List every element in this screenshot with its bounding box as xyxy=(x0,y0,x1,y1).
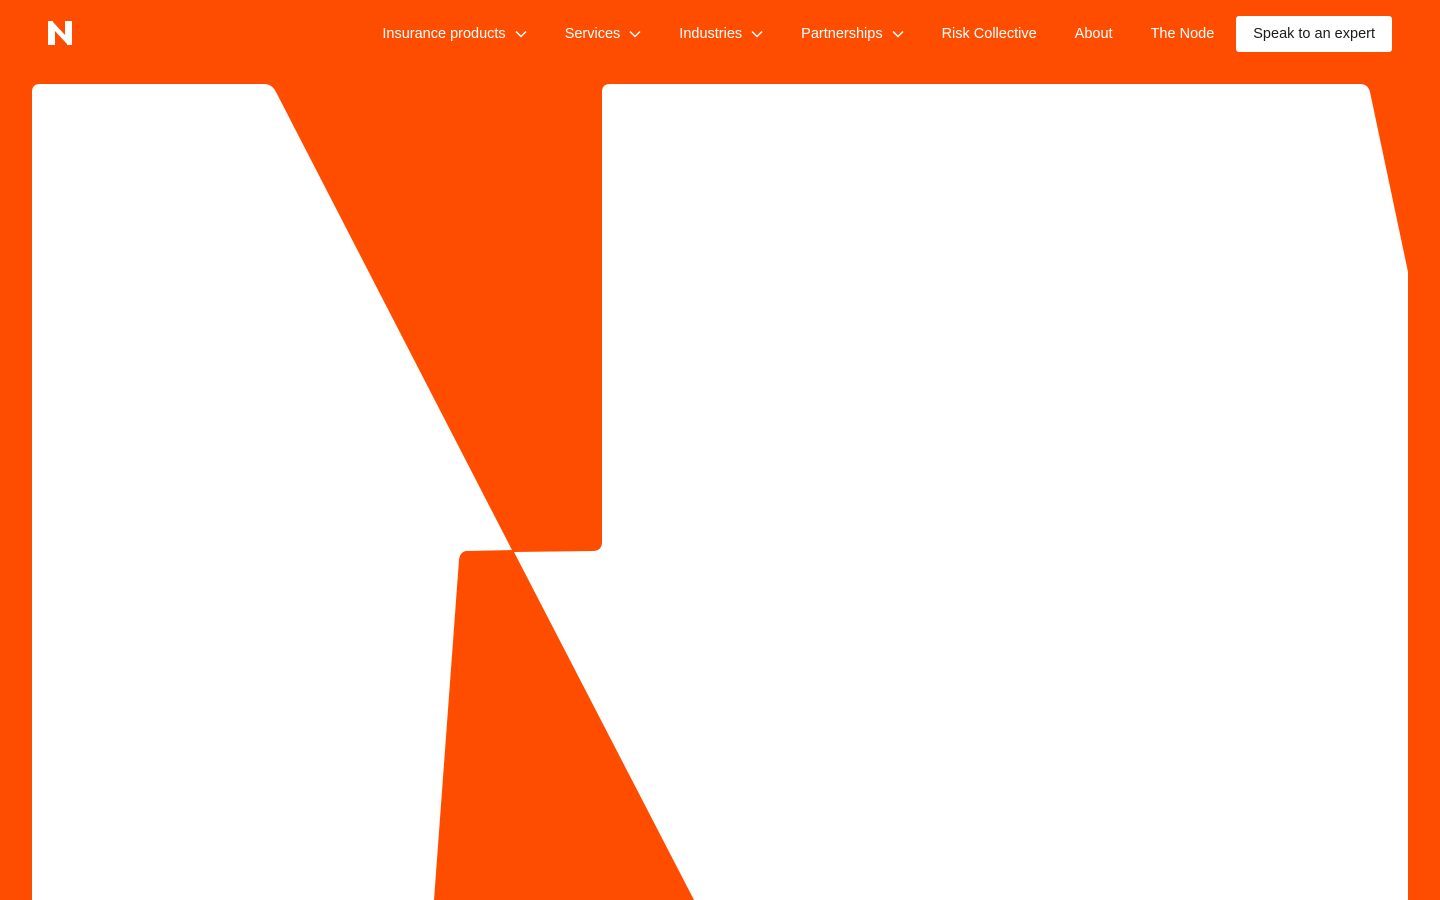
nav-item-label: Risk Collective xyxy=(941,26,1037,42)
chevron-down-icon xyxy=(751,30,763,38)
site-header: Insurance products Services Industries P… xyxy=(0,0,1440,68)
nav-item-label: Services xyxy=(564,26,621,42)
nav-item-label: The Node xyxy=(1150,26,1215,42)
chevron-down-icon xyxy=(892,30,904,38)
main-nav: Insurance products Services Industries P… xyxy=(382,16,1392,52)
logo[interactable] xyxy=(47,21,73,45)
nav-item-label: About xyxy=(1074,26,1113,42)
nav-item-risk-collective[interactable]: Risk Collective xyxy=(942,24,1037,44)
nav-item-about[interactable]: About xyxy=(1075,24,1113,44)
nav-item-label: Partnerships xyxy=(801,26,883,42)
chevron-down-icon xyxy=(515,30,527,38)
nav-item-label: Industries xyxy=(679,26,743,42)
nav-item-industries[interactable]: Industries xyxy=(679,24,763,44)
hero-right-shape xyxy=(514,84,1408,900)
chevron-down-icon xyxy=(629,30,641,38)
nav-item-partnerships[interactable]: Partnerships xyxy=(801,24,904,44)
nav-item-the-node[interactable]: The Node xyxy=(1151,24,1215,44)
page: Insurance products Services Industries P… xyxy=(0,0,1440,900)
n-logo-icon xyxy=(48,21,72,45)
hero-left-shape xyxy=(32,84,512,900)
nav-item-insurance-products[interactable]: Insurance products xyxy=(382,24,527,44)
nav-item-services[interactable]: Services xyxy=(565,24,642,44)
nav-item-label: Insurance products xyxy=(382,26,506,42)
hero-artwork xyxy=(32,84,1408,900)
speak-to-expert-button[interactable]: Speak to an expert xyxy=(1236,16,1392,52)
